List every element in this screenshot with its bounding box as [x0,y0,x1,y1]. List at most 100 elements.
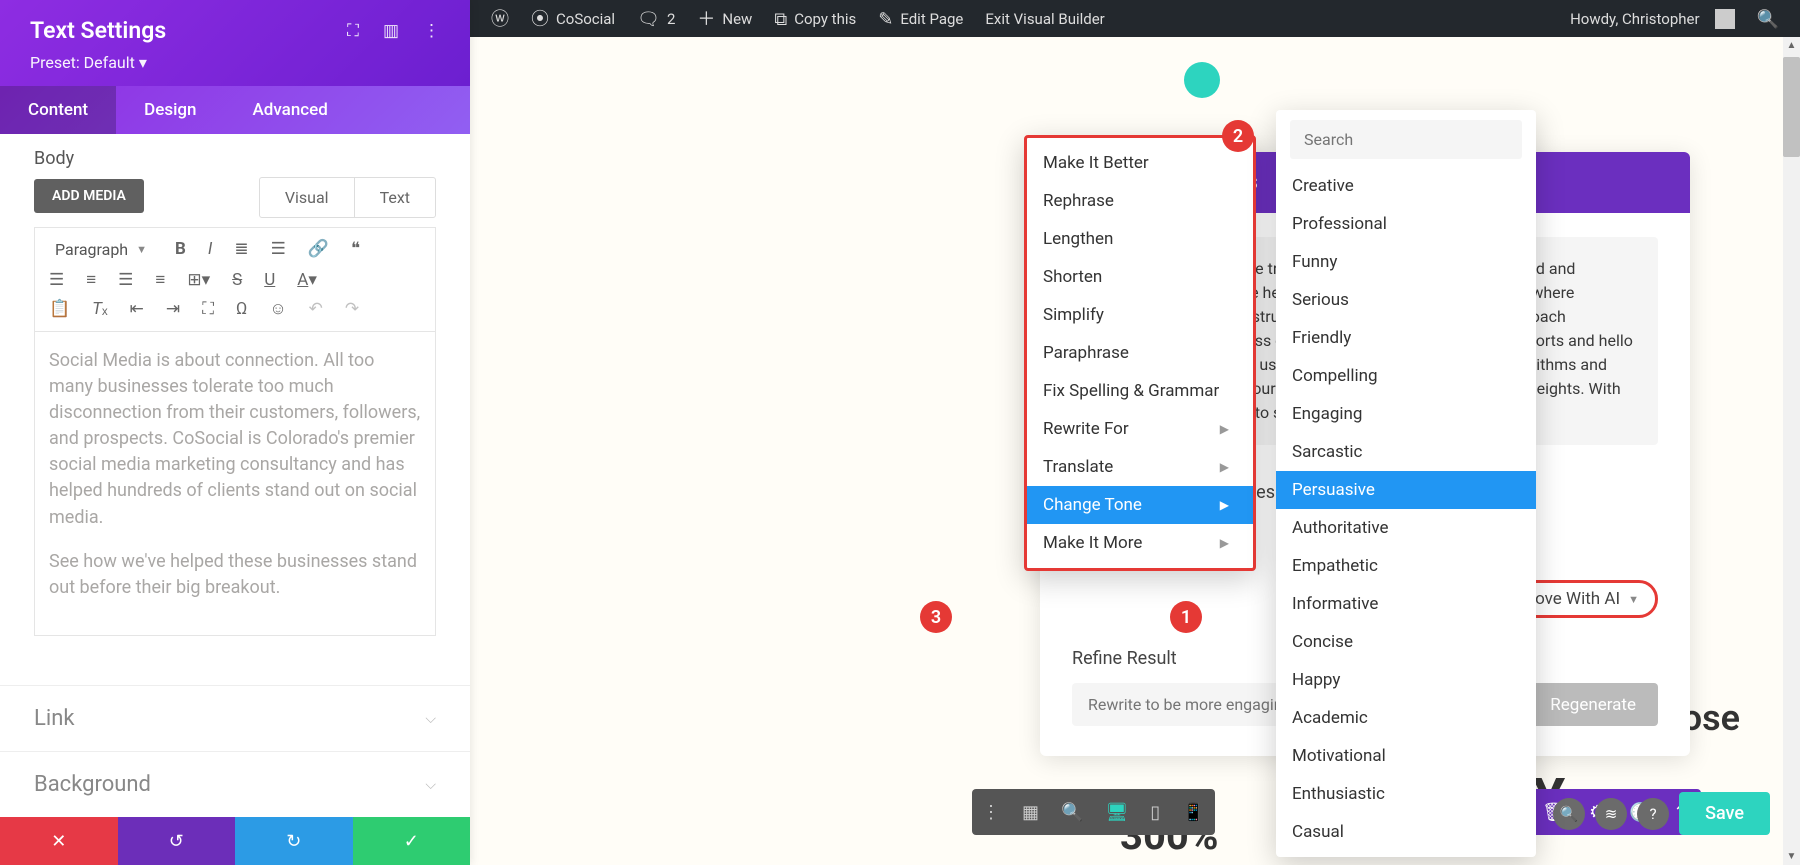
tab-content[interactable]: Content [0,86,116,134]
tone-item-friendly[interactable]: Friendly [1276,319,1536,357]
callout-badge-2: 2 [1222,120,1254,152]
accordion-background[interactable]: Background⌵ [0,751,470,817]
align-justify-icon[interactable]: ≡ [151,269,169,292]
align-left-icon[interactable]: ☰ [45,269,68,292]
desktop-icon[interactable]: 🖥 [1105,802,1128,823]
undo-button[interactable]: ↺ [118,817,236,865]
tab-design[interactable]: Design [116,86,224,134]
phone-icon[interactable]: 📱 [1182,802,1204,823]
wp-exit-builder[interactable]: Exit Visual Builder [974,0,1115,37]
wp-new[interactable]: ＋New [686,0,763,37]
table-icon[interactable]: ⊞▾ [183,269,214,292]
align-center-icon[interactable]: ≡ [82,269,100,292]
format-select[interactable]: Paragraph▼ [45,236,157,263]
improve-item-make-it-more[interactable]: Make It More▶ [1027,524,1253,562]
viewport-toolbar: ⋮ ▦ 🔍 🖥 ▯ 📱 [972,789,1215,835]
wp-search-icon[interactable]: 🔍 [1746,0,1790,37]
scroll-down-icon[interactable]: ▼ [1783,848,1800,865]
wp-greeting[interactable]: Howdy, Christopher [1559,0,1746,37]
wp-site[interactable]: ⦿CoSocial [520,0,626,37]
wp-logo[interactable]: ⓦ [480,0,520,37]
tone-item-empathetic[interactable]: Empathetic [1276,547,1536,585]
bullet-list-icon[interactable]: ≣ [230,238,252,261]
editor-mode-visual[interactable]: Visual [260,178,355,217]
tab-advanced[interactable]: Advanced [225,86,356,134]
tone-item-professional[interactable]: Professional [1276,205,1536,243]
improve-item-rephrase[interactable]: Rephrase [1027,182,1253,220]
columns-icon[interactable]: ▥ [383,21,399,41]
fullscreen-icon[interactable]: ⛶ [198,298,218,321]
tone-item-sarcastic[interactable]: Sarcastic [1276,433,1536,471]
clear-format-icon[interactable]: Tₓ [88,298,111,321]
more-icon[interactable]: ⋮ [423,21,440,41]
layers-icon[interactable]: ≋ [1595,798,1627,830]
improve-item-make-it-better[interactable]: Make It Better [1027,144,1253,182]
improve-item-fix-spelling-grammar[interactable]: Fix Spelling & Grammar [1027,372,1253,410]
undo-icon[interactable]: ↶ [305,298,327,321]
tone-item-compelling[interactable]: Compelling [1276,357,1536,395]
outdent-icon[interactable]: ⇤ [126,298,148,321]
wireframe-icon[interactable]: ▦ [1022,802,1039,823]
improve-item-translate[interactable]: Translate▶ [1027,448,1253,486]
scrollbar-thumb[interactable] [1783,57,1800,157]
improve-item-shorten[interactable]: Shorten [1027,258,1253,296]
redo-icon[interactable]: ↷ [341,298,363,321]
tone-item-funny[interactable]: Funny [1276,243,1536,281]
improve-item-change-tone[interactable]: Change Tone▶ [1027,486,1253,524]
tone-item-creative[interactable]: Creative [1276,167,1536,205]
tone-item-persuasive[interactable]: Persuasive [1276,471,1536,509]
tone-item-academic[interactable]: Academic [1276,699,1536,737]
add-media-button[interactable]: ADD MEDIA [34,179,144,213]
preset-dropdown[interactable]: Preset: Default ▾ [30,53,440,72]
accordion-link[interactable]: Link⌵ [0,685,470,751]
redo-button[interactable]: ↻ [235,817,353,865]
save-button[interactable]: Save [1679,792,1770,835]
tone-item-serious[interactable]: Serious [1276,281,1536,319]
expand-icon[interactable]: ⛶ [347,21,359,41]
menu-icon[interactable]: ⋮ [982,802,1000,823]
italic-icon[interactable]: I [204,238,216,261]
align-right-icon[interactable]: ☰ [114,269,137,292]
strikethrough-icon[interactable]: S [228,269,246,292]
link-icon[interactable]: 🔗 [304,238,333,261]
editor-mode-text[interactable]: Text [355,178,435,217]
emoji-icon[interactable]: ☺ [265,298,290,321]
tone-item-enthusiastic[interactable]: Enthusiastic [1276,775,1536,813]
improve-item-lengthen[interactable]: Lengthen [1027,220,1253,258]
search-page-icon[interactable]: 🔍 [1553,798,1585,830]
regenerate-button[interactable]: Regenerate [1528,683,1658,726]
underline-icon[interactable]: U [260,269,279,292]
confirm-button[interactable]: ✓ [353,817,471,865]
improve-item-rewrite-for[interactable]: Rewrite For▶ [1027,410,1253,448]
settings-tabs: Content Design Advanced [0,86,470,134]
indent-icon[interactable]: ⇥ [162,298,184,321]
tone-item-engaging[interactable]: Engaging [1276,395,1536,433]
wp-edit-page[interactable]: ✎Edit Page [867,0,974,37]
scroll-up-icon[interactable]: ▲ [1783,37,1800,54]
editor-textarea[interactable]: Social Media is about connection. All to… [34,331,436,636]
tone-item-casual[interactable]: Casual [1276,813,1536,851]
scrollbar[interactable]: ▲ ▼ [1783,37,1800,865]
tone-item-happy[interactable]: Happy [1276,661,1536,699]
special-char-icon[interactable]: Ω [232,298,251,321]
tone-search-input[interactable] [1290,120,1522,159]
close-button[interactable]: ✕ [0,817,118,865]
text-color-icon[interactable]: A▾ [293,269,321,292]
tablet-icon[interactable]: ▯ [1150,802,1160,823]
tone-item-authoritative[interactable]: Authoritative [1276,509,1536,547]
tone-item-informative[interactable]: Informative [1276,585,1536,623]
zoom-icon[interactable]: 🔍 [1061,802,1083,823]
help-icon[interactable]: ? [1637,798,1669,830]
callout-badge-1: 1 [1170,601,1202,633]
improve-item-paraphrase[interactable]: Paraphrase [1027,334,1253,372]
wp-copy[interactable]: ⧉Copy this [763,0,867,37]
numbered-list-icon[interactable]: ☰ [267,238,290,261]
wp-comments[interactable]: 🗨2 [626,0,686,37]
quote-icon[interactable]: ❝ [347,238,364,261]
bold-icon[interactable]: B [171,238,190,261]
tone-item-motivational[interactable]: Motivational [1276,737,1536,775]
improve-item-simplify[interactable]: Simplify [1027,296,1253,334]
chevron-down-icon: ⌵ [425,711,436,727]
tone-item-concise[interactable]: Concise [1276,623,1536,661]
paste-icon[interactable]: 📋 [45,298,74,321]
